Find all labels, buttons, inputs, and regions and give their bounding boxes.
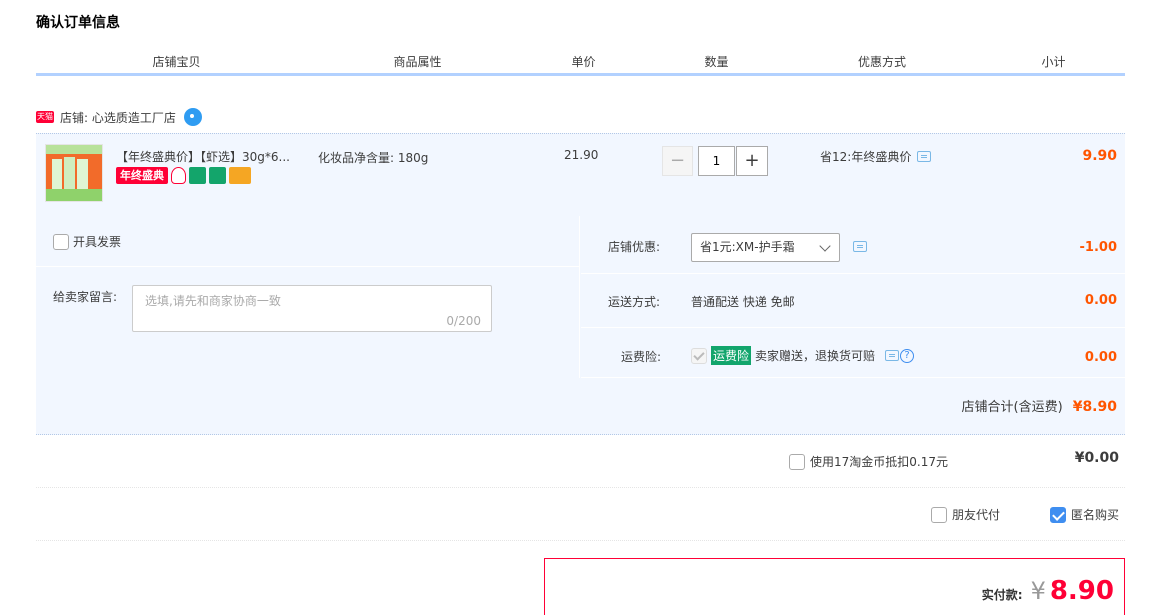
message-label: 给卖家留言: — [53, 290, 118, 304]
currency-symbol: ¥ — [1030, 577, 1046, 605]
anonymous-option[interactable]: 匿名购买 — [1050, 506, 1119, 523]
shop-total-label: 店铺合计(含运费) — [961, 400, 1063, 415]
coin-row: 使用17淘金币抵扣0.17元 ¥0.00 — [36, 436, 1125, 488]
quantity-plus-button[interactable]: + — [736, 146, 768, 176]
shop-discount-label: 店铺优惠: — [608, 240, 661, 254]
shipping-value: 0.00 — [1084, 293, 1117, 308]
header-unit-price: 单价 — [571, 55, 596, 69]
insurance-detail: 运费险 卖家赠送，退换货可赔 ? — [691, 346, 915, 365]
panel-left: 开具发票 给卖家留言: 选填,请先和商家协商一致 0/200 — [36, 216, 580, 378]
shop-discount-row: 店铺优惠: 省1元:XM-护手霜 -1.00 — [581, 216, 1125, 274]
shop-name[interactable]: 店铺: 心选质造工厂店 — [60, 109, 176, 126]
shipping-method: 普通配送 快递 免邮 — [691, 295, 795, 309]
shield-icon — [171, 167, 186, 184]
insurance-label: 运费险: — [621, 350, 662, 364]
thumbnail-band — [46, 189, 102, 201]
header-quantity: 数量 — [704, 55, 729, 69]
guarantee-icon — [209, 167, 226, 184]
product-badges: 年终盛典 — [116, 167, 251, 184]
insurance-row: 运费险: 运费险 卖家赠送，退换货可赔 ? 0.00 — [581, 328, 1125, 378]
coin-value: ¥0.00 — [1074, 450, 1119, 466]
coin-checkbox[interactable] — [789, 453, 805, 470]
friend-pay-label: 朋友代付 — [952, 508, 1001, 522]
divider — [36, 266, 580, 267]
product-property: 化妆品净含量: 180g — [318, 151, 429, 165]
insurance-tag: 运费险 — [711, 346, 752, 365]
header-discount: 优惠方式 — [857, 55, 906, 69]
payment-label: 实付款: — [981, 588, 1023, 602]
payment-total: 实付款: ¥ 8.90 — [982, 576, 1114, 606]
order-item-row: 【年终盛典价】【虾选】30g*6... 年终盛典 化妆品净含量: 180g 21… — [36, 133, 1125, 216]
wangwang-chat-icon[interactable] — [183, 108, 202, 126]
invoice-checkbox[interactable] — [53, 233, 69, 250]
friend-pay-option[interactable]: 朋友代付 — [931, 506, 1000, 523]
header-shop-item: 店铺宝贝 — [152, 55, 201, 69]
chevron-down-icon — [819, 240, 831, 252]
coin-option[interactable]: 使用17淘金币抵扣0.17元 — [789, 453, 948, 470]
shop-row: 天猫 店铺: 心选质造工厂店 — [36, 106, 202, 128]
shop-discount-selected: 省1元:XM-护手霜 — [700, 240, 795, 254]
order-options-panel: 开具发票 给卖家留言: 选填,请先和商家协商一致 0/200 店铺优惠: 省1元… — [36, 216, 1125, 435]
comment-icon[interactable] — [853, 241, 867, 252]
friend-pay-checkbox[interactable] — [931, 506, 947, 523]
thumbnail-band — [46, 145, 102, 154]
header-property: 商品属性 — [393, 55, 442, 69]
insurance-desc: 卖家赠送，退换货可赔 — [755, 349, 876, 363]
help-icon[interactable]: ? — [900, 348, 915, 363]
quantity-input[interactable] — [698, 146, 735, 176]
message-char-count: 0/200 — [446, 314, 481, 328]
coin-label: 使用17淘金币抵扣0.17元 — [810, 455, 948, 469]
table-header: 店铺宝贝 商品属性 单价 数量 优惠方式 小计 — [36, 52, 1125, 76]
shop-discount-select[interactable]: 省1元:XM-护手霜 — [691, 233, 840, 262]
promotion-text: 省12:年终盛典价 — [820, 150, 912, 164]
header-subtotal: 小计 — [1041, 55, 1066, 69]
shop-total-value: ¥8.90 — [1072, 399, 1117, 415]
product-thumbnail[interactable] — [45, 144, 103, 202]
thumbnail-bottle — [52, 159, 62, 189]
promotion-info: 省12:年终盛典价 — [820, 148, 932, 165]
item-subtotal: 9.90 — [1082, 148, 1117, 164]
quantity-minus-button[interactable]: − — [662, 146, 693, 176]
insurance-checkbox — [691, 347, 707, 364]
invoice-option[interactable]: 开具发票 — [53, 233, 121, 250]
shipping-label: 运送方式: — [608, 295, 661, 309]
shop-discount-value: -1.00 — [1079, 240, 1117, 255]
page-title: 确认订单信息 — [36, 15, 120, 31]
seven-day-return-icon — [189, 167, 206, 184]
payment-summary-box: 实付款: ¥ 8.90 — [544, 558, 1125, 615]
payment-amount: 8.90 — [1049, 576, 1114, 606]
product-name-link[interactable]: 【年终盛典价】【虾选】30g*6... — [116, 148, 321, 165]
thumbnail-bottle — [77, 159, 88, 189]
tmall-logo-icon: 天猫 — [36, 111, 54, 123]
shipping-row: 运送方式: 普通配送 快递 免邮 0.00 — [581, 274, 1125, 328]
shop-total: 店铺合计(含运费) ¥8.90 — [962, 396, 1117, 415]
insurance-value: 0.00 — [1084, 350, 1117, 365]
payment-options-row: 朋友代付 匿名购买 — [36, 488, 1125, 541]
invoice-label: 开具发票 — [73, 235, 122, 249]
year-end-sale-badge: 年终盛典 — [116, 167, 168, 184]
card-icon — [229, 167, 251, 184]
message-placeholder: 选填,请先和商家协商一致 — [145, 294, 281, 308]
anonymous-checkbox[interactable] — [1050, 506, 1066, 523]
anonymous-label: 匿名购买 — [1071, 508, 1120, 522]
comment-icon[interactable] — [885, 350, 900, 361]
seller-message-textarea[interactable]: 选填,请先和商家协商一致 0/200 — [132, 285, 492, 332]
comment-icon[interactable] — [917, 151, 932, 162]
unit-price: 21.90 — [564, 148, 599, 162]
thumbnail-bottle — [64, 157, 75, 189]
